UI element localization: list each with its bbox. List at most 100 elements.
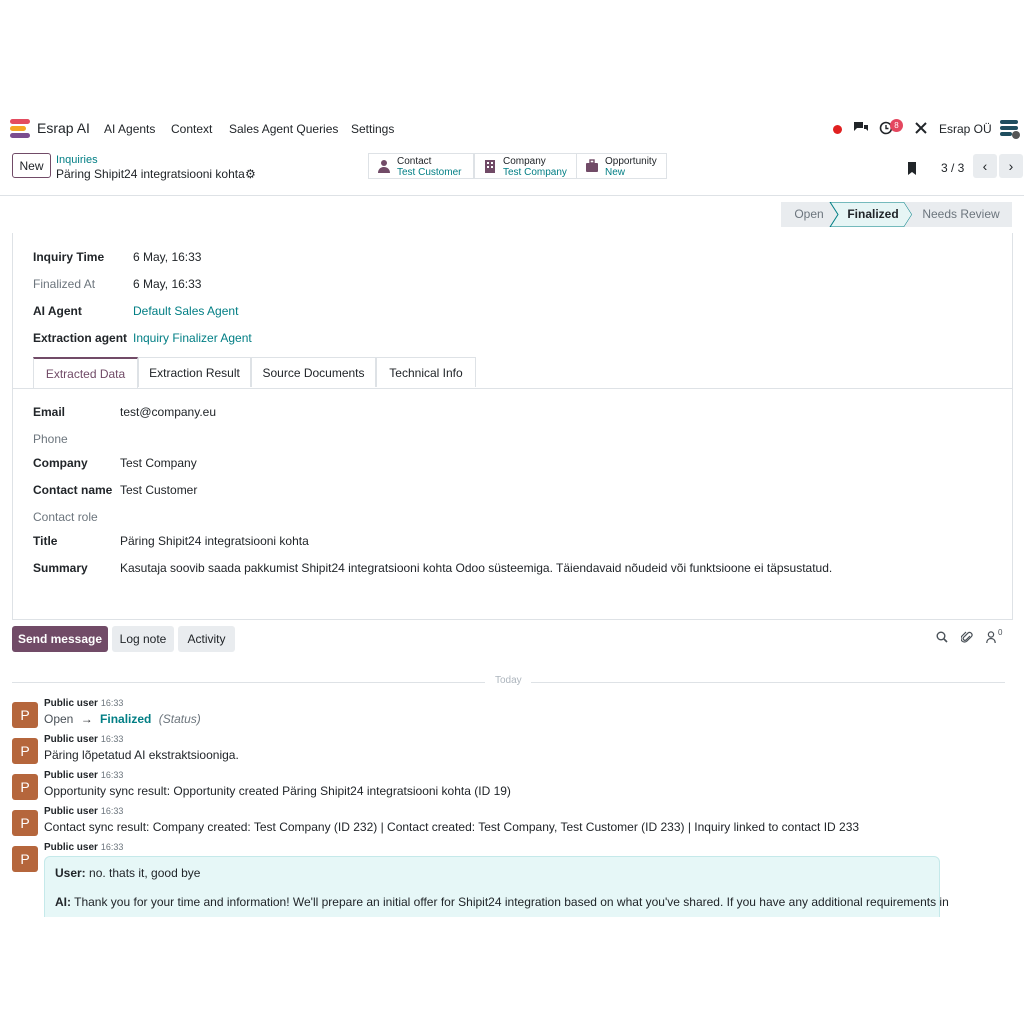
chevron-left-icon: ‹: [982, 158, 988, 174]
avatar[interactable]: P: [12, 810, 38, 836]
message-author: Public user 16:33: [44, 842, 124, 853]
log-note-button[interactable]: Log note: [112, 626, 174, 652]
bookmark-icon[interactable]: [906, 161, 918, 178]
smart-button-company[interactable]: Company Test Company: [474, 153, 577, 179]
tab-extraction-result[interactable]: Extraction Result: [138, 357, 251, 387]
message-time: 16:33: [100, 698, 124, 708]
field-value-extraction-agent[interactable]: Inquiry Finalizer Agent: [133, 331, 252, 345]
message-bubble: User: no. thats it, good bye AI: Thank y…: [44, 856, 949, 917]
form-sheet: Inquiry Time 6 May, 16:33 Finalized At 6…: [12, 233, 1013, 620]
menu-ai-agents[interactable]: AI Agents: [104, 122, 155, 136]
paperclip-icon[interactable]: [960, 631, 973, 647]
followers-icon[interactable]: [986, 631, 996, 646]
smart-button-opportunity[interactable]: Opportunity New: [576, 153, 667, 179]
stage-needs-review[interactable]: Needs Review: [916, 202, 1006, 227]
stage-open[interactable]: Open: [787, 202, 831, 227]
arrow-right-icon: →: [80, 712, 93, 726]
chevron-right-icon: ›: [1008, 158, 1014, 174]
tools-icon[interactable]: [914, 121, 928, 138]
tab-technical-info[interactable]: Technical Info: [376, 357, 476, 387]
field-label-finalized-at: Finalized At: [33, 277, 96, 291]
activity-button[interactable]: Activity: [178, 626, 235, 652]
avatar[interactable]: P: [12, 846, 38, 872]
message-time: 16:33: [100, 734, 124, 744]
field-value-inquiry-time[interactable]: 6 May, 16:33: [133, 250, 201, 264]
stage-finalized[interactable]: Finalized: [841, 202, 905, 227]
gear-icon[interactable]: ⚙: [245, 167, 256, 181]
message-author: Public user 16:33: [44, 806, 124, 817]
message-time: 16:33: [100, 806, 124, 816]
message-time: 16:33: [100, 770, 124, 780]
avatar[interactable]: P: [12, 702, 38, 728]
tab-source-documents[interactable]: Source Documents: [251, 357, 376, 387]
message-author: Public user 16:33: [44, 698, 124, 709]
smart-button-value: New: [605, 167, 626, 178]
avatar[interactable]: P: [12, 774, 38, 800]
message-time: 16:33: [100, 842, 124, 852]
app-logo-icon[interactable]: [10, 119, 32, 139]
field-label-ai-agent: AI Agent: [33, 304, 82, 318]
top-navbar: Esrap AI AI Agents Context Sales Agent Q…: [0, 107, 1024, 151]
building-icon: [483, 159, 497, 173]
smart-button-value: Test Customer: [397, 167, 462, 178]
pager-value[interactable]: 3 / 3: [941, 161, 964, 175]
tracking-value: Open → Finalized (Status): [44, 712, 201, 726]
field-value-ai-agent[interactable]: Default Sales Agent: [133, 304, 238, 318]
divider: [531, 682, 1005, 683]
smart-button-title: Company: [503, 156, 546, 167]
chat-icon[interactable]: [853, 121, 869, 138]
control-panel: New Inquiries Päring Shipit24 integratsi…: [0, 151, 1024, 196]
notebook-tabs: Extracted Data Extraction Result Source …: [13, 357, 1012, 389]
field-label-extraction-agent: Extraction agent: [33, 331, 128, 345]
send-message-button[interactable]: Send message: [12, 626, 108, 652]
field-value-company[interactable]: Test Company: [120, 456, 197, 470]
avatar[interactable]: P: [12, 738, 38, 764]
person-icon: [377, 159, 391, 173]
field-label-email: Email: [33, 405, 66, 419]
field-label-inquiry-time: Inquiry Time: [33, 250, 105, 264]
activity-count-badge: 8: [890, 119, 903, 132]
message-author: Public user 16:33: [44, 734, 124, 745]
new-button[interactable]: New: [12, 153, 51, 178]
briefcase-icon: [585, 159, 599, 173]
field-value-summary[interactable]: Kasutaja soovib saada pakkumist Shipit24…: [120, 561, 832, 575]
menu-settings[interactable]: Settings: [351, 122, 394, 136]
field-label-contact-role: Contact role: [33, 510, 98, 524]
smart-button-title: Contact: [397, 156, 432, 167]
smart-button-title: Opportunity: [605, 156, 657, 167]
old-value: Open: [44, 712, 74, 726]
field-value-email[interactable]: test@company.eu: [120, 405, 216, 419]
field-value-title[interactable]: Päring Shipit24 integratsiooni kohta: [120, 534, 309, 548]
message-body: Päring lõpetatud AI ekstraktsiooniga.: [44, 748, 239, 762]
field-label-contact-name: Contact name: [33, 483, 113, 497]
smart-button-value: Test Company: [503, 167, 567, 178]
tracked-field: (Status): [158, 712, 201, 726]
company-switcher[interactable]: Esrap OÜ: [939, 122, 992, 136]
field-label-company: Company: [33, 456, 88, 470]
app-brand[interactable]: Esrap AI: [37, 120, 90, 136]
tab-extracted-data[interactable]: Extracted Data: [33, 357, 138, 388]
menu-context[interactable]: Context: [171, 122, 212, 136]
followers-count: 0: [998, 628, 1003, 637]
field-label-summary: Summary: [33, 561, 88, 575]
field-label-title: Title: [33, 534, 58, 548]
date-separator: Today: [495, 675, 522, 686]
menu-sales-agent-queries[interactable]: Sales Agent Queries: [229, 122, 338, 136]
message-author: Public user 16:33: [44, 770, 124, 781]
message-body: Opportunity sync result: Opportunity cre…: [44, 784, 511, 798]
ai-line: AI: Thank you for your time and informat…: [55, 895, 949, 909]
field-value-contact-name[interactable]: Test Customer: [120, 483, 197, 497]
message-body: Contact sync result: Company created: Te…: [44, 820, 860, 834]
pager-previous-button[interactable]: ‹: [973, 154, 997, 178]
field-value-finalized-at[interactable]: 6 May, 16:33: [133, 277, 201, 291]
app-window: Esrap AI AI Agents Context Sales Agent Q…: [0, 107, 1024, 917]
new-value: Finalized: [100, 712, 152, 726]
smart-button-contact[interactable]: Contact Test Customer: [368, 153, 474, 179]
user-line: User: no. thats it, good bye: [55, 866, 201, 880]
recording-dot-icon[interactable]: [833, 125, 842, 134]
search-icon[interactable]: [936, 631, 948, 646]
field-label-phone: Phone: [33, 432, 68, 446]
breadcrumb-inquiries[interactable]: Inquiries: [56, 154, 98, 166]
user-avatar[interactable]: [999, 119, 1021, 142]
pager-next-button[interactable]: ›: [999, 154, 1023, 178]
